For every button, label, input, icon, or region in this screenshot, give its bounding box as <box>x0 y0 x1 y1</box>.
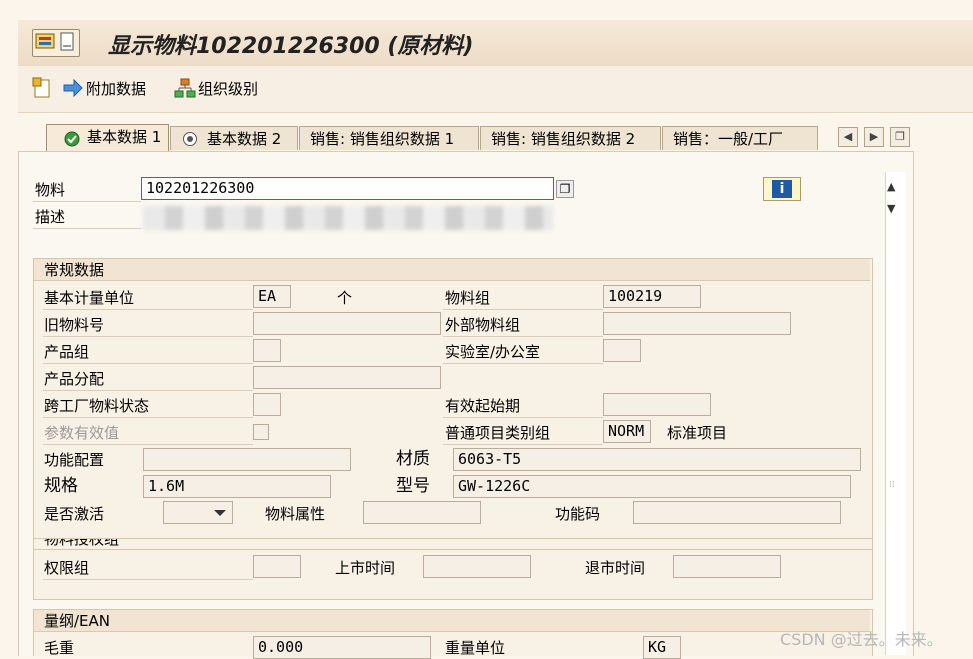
description-label: 描述 <box>35 208 66 226</box>
tab-label: 销售: 销售组织数据 2 <box>491 130 636 148</box>
material-group-field[interactable]: 100219 <box>603 285 701 308</box>
watermark: CSDN @过去。未来。 <box>780 630 943 649</box>
material-number-field[interactable]: 102201226300 <box>141 177 554 200</box>
product-alloc-field[interactable] <box>253 366 441 389</box>
chevron-down-icon <box>214 510 226 516</box>
tab-sales-general-plant[interactable]: 销售：一般/工厂 <box>662 126 818 150</box>
scroll-down-icon[interactable]: ▼ <box>887 202 895 215</box>
new-document-icon[interactable] <box>31 76 55 104</box>
spec-field[interactable]: 1.6M <box>143 475 331 498</box>
item-cat-group-label: 普通项目类别组 <box>445 424 551 442</box>
lab-office-label: 实验室/办公室 <box>445 343 541 361</box>
gross-weight-label: 毛重 <box>44 639 75 657</box>
ext-material-group-field[interactable] <box>603 312 791 335</box>
material-label: 物料 <box>35 181 66 199</box>
param-effectivity-label: 参数有效值 <box>44 424 120 442</box>
arrow-right-icon[interactable] <box>62 78 84 102</box>
launch-time-field[interactable] <box>423 555 531 578</box>
product-alloc-label: 产品分配 <box>44 370 105 388</box>
item-cat-group-text: 标准项目 <box>667 424 728 442</box>
dims-header: 量纲/EAN <box>34 610 870 632</box>
page-title: 显示物料102201226300 (原材料) <box>108 34 474 59</box>
old-material-label: 旧物料号 <box>44 316 105 334</box>
model-label: 型号 <box>396 476 430 496</box>
item-cat-group-field[interactable]: NORM <box>603 420 651 443</box>
old-material-field[interactable] <box>253 312 441 335</box>
gross-weight-field[interactable]: 0.000 <box>253 636 431 659</box>
material-group-label: 物料组 <box>445 289 491 307</box>
general-data-header: 常规数据 <box>34 259 870 281</box>
tab-sales-org-1[interactable]: 销售: 销售组织数据 1 <box>299 126 479 150</box>
application-toolbar <box>18 66 973 113</box>
valid-from-field[interactable] <box>603 393 711 416</box>
auth-group-field[interactable] <box>253 555 301 578</box>
circle-icon <box>182 131 198 151</box>
func-config-label: 功能配置 <box>44 451 105 469</box>
material-quality-field[interactable]: 6063-T5 <box>453 448 861 471</box>
tab-label: 基本数据 2 <box>207 130 282 148</box>
material-attr-label: 物料属性 <box>265 505 326 523</box>
description-field[interactable] <box>143 206 553 230</box>
base-uom-field[interactable]: EA <box>253 285 291 308</box>
x-plant-status-label: 跨工厂物料状态 <box>44 397 150 415</box>
transaction-icon[interactable] <box>32 29 80 57</box>
tab-label: 销售: 销售组织数据 1 <box>310 130 455 148</box>
info-icon: i <box>772 180 792 198</box>
additional-data-button[interactable]: 附加数据 <box>86 78 146 99</box>
auth-group-header: 物料授权组 <box>44 538 120 548</box>
tab-sales-org-2[interactable]: 销售: 销售组织数据 2 <box>480 126 661 150</box>
copy-icon[interactable]: ❐ <box>556 180 574 198</box>
launch-time-label: 上市时间 <box>335 559 396 577</box>
active-dropdown[interactable] <box>163 501 233 524</box>
product-group-label: 产品组 <box>44 343 90 361</box>
org-levels-icon[interactable] <box>174 77 196 103</box>
withdraw-time-label: 退市时间 <box>585 559 646 577</box>
base-uom-label: 基本计量单位 <box>44 289 135 307</box>
base-uom-text: 个 <box>337 289 353 307</box>
param-effectivity-checkbox[interactable] <box>253 424 269 440</box>
vertical-scrollbar[interactable] <box>885 172 906 655</box>
material-attr-field[interactable] <box>363 501 481 524</box>
product-group-field[interactable] <box>253 339 281 362</box>
tab-label: 基本数据 1 <box>87 128 162 146</box>
weight-unit-field[interactable]: KG <box>643 636 681 659</box>
active-label: 是否激活 <box>44 505 105 523</box>
info-button[interactable]: i <box>763 177 801 201</box>
ext-material-group-label: 外部物料组 <box>445 316 521 334</box>
lab-office-field[interactable] <box>603 339 641 362</box>
valid-from-label: 有效起始期 <box>445 397 521 415</box>
tab-list-icon[interactable]: ❐ <box>890 127 910 147</box>
spec-label: 规格 <box>44 476 78 496</box>
model-field[interactable]: GW-1226C <box>453 475 851 498</box>
tab-scroll-left-icon[interactable]: ◀ <box>838 127 858 147</box>
tab-scroll-right-icon[interactable]: ▶ <box>864 127 884 147</box>
org-levels-button[interactable]: 组织级别 <box>198 78 258 99</box>
func-config-field[interactable] <box>143 448 351 471</box>
material-quality-label: 材质 <box>396 449 430 469</box>
scroll-up-icon[interactable]: ▲ <box>887 180 895 193</box>
weight-unit-label: 重量单位 <box>445 639 506 657</box>
scroll-grip-icon[interactable]: ⁞⁞ <box>889 480 895 490</box>
check-icon <box>64 131 80 151</box>
func-code-label: 功能码 <box>555 505 601 523</box>
x-plant-status-field[interactable] <box>253 393 281 416</box>
auth-group-label: 权限组 <box>44 559 90 577</box>
func-code-field[interactable] <box>633 501 841 524</box>
withdraw-time-field[interactable] <box>673 555 781 578</box>
tab-label: 销售：一般/工厂 <box>673 130 784 148</box>
